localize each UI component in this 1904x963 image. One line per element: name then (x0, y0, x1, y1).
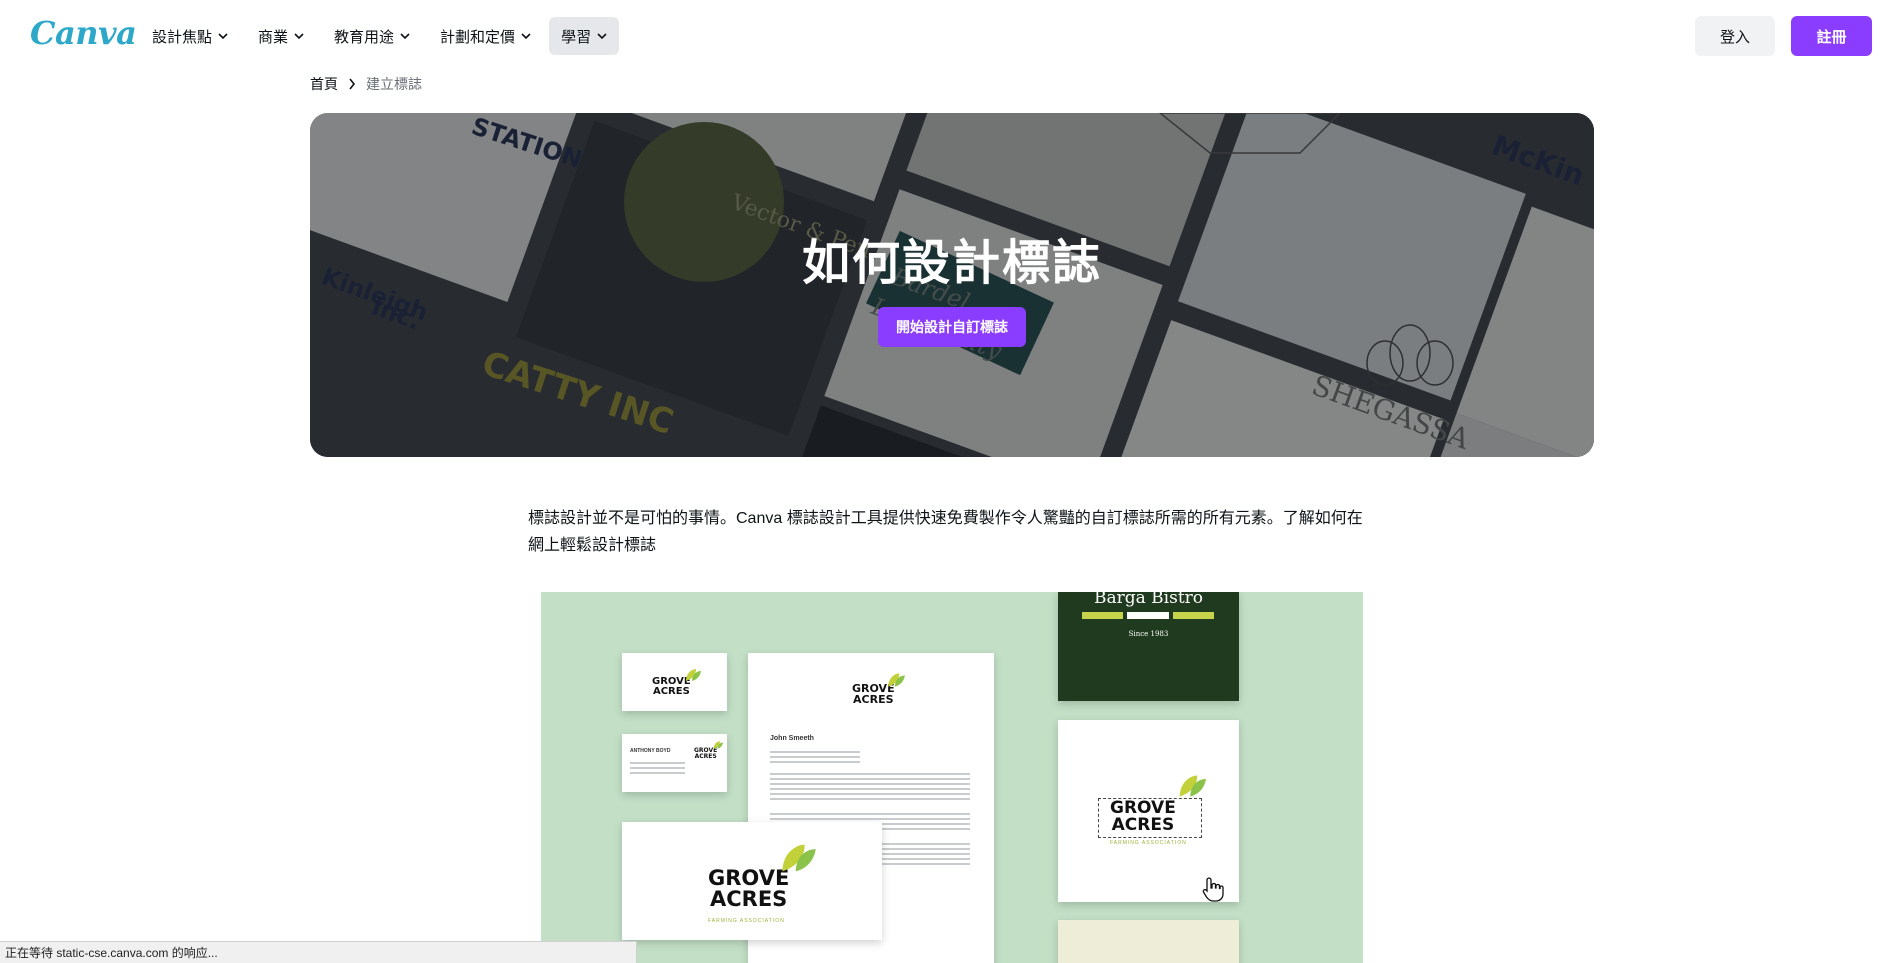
start-design-logo-button[interactable]: 開始設計自訂標誌 (878, 307, 1026, 347)
brand-line2: ACRES (853, 693, 894, 706)
bistro-stripe (1082, 612, 1214, 619)
brand-tagline: FARMING ASSOCIATION (1110, 840, 1187, 846)
business-card-front: GROVE ACRES (622, 653, 727, 711)
signup-button[interactable]: 註冊 (1791, 16, 1872, 56)
nav-learn[interactable]: 學習 (549, 17, 620, 55)
chevron-right-icon (349, 78, 356, 90)
chevron-down-icon (597, 33, 607, 40)
brand-line2: ACRES (709, 887, 788, 911)
leaf-logo-icon (782, 844, 816, 872)
brand-stationery-showcase-image: GROVE ACRES ANTHONY BOYD GROVE ACRES GROVE… (541, 592, 1363, 963)
nav-business[interactable]: 商業 (246, 17, 316, 55)
leaf-logo-icon (888, 673, 905, 687)
hand-cursor-icon (1202, 877, 1224, 902)
leaf-logo-icon (1179, 775, 1206, 797)
nav-label: 設計焦點 (152, 28, 213, 46)
brand-line2: ACRES (694, 753, 717, 760)
chevron-down-icon (521, 33, 531, 40)
large-brand-card: GROVE ACRES FARMING ASSOCIATION (622, 822, 882, 940)
browser-status-bar: 正在等待 static-cse.canva.com 的响应... (0, 941, 637, 963)
intro-paragraph: 標誌設計並不是可怕的事情。Canva 標誌設計工具提供快速免費製作令人驚豔的自訂… (528, 510, 1363, 554)
bistro-since: Since 1983 (1128, 630, 1169, 638)
nav-plans-pricing[interactable]: 計劃和定價 (428, 17, 543, 55)
brand-line2: ACRES (1111, 815, 1175, 835)
page-title: 如何設計標誌 (801, 237, 1102, 290)
leaf-logo-icon (686, 669, 701, 681)
breadcrumb-home-link[interactable]: 首頁 (310, 74, 338, 94)
cream-card (1058, 920, 1239, 963)
breadcrumb-current: 建立標誌 (366, 76, 422, 92)
nav-design-spotlight[interactable]: 設計焦點 (140, 17, 240, 55)
nav-label: 學習 (561, 28, 592, 46)
card-name: ANTHONY BOYD (630, 748, 671, 754)
canva-logo[interactable]: Canva (30, 14, 137, 52)
leaf-logo-icon (713, 741, 723, 749)
bistro-dark-card: Barga Bistro Since 1983 (1058, 592, 1239, 701)
business-card-back: ANTHONY BOYD GROVE ACRES (622, 734, 727, 792)
logo-edit-card: GROVE ACRES FARMING ASSOCIATION (1058, 720, 1239, 902)
nav-label: 計劃和定價 (440, 28, 516, 46)
brand-line2: ACRES (652, 686, 690, 697)
bistro-name: Barga Bistro (1093, 592, 1204, 608)
breadcrumb: 首頁 建立標誌 (310, 74, 422, 94)
hero-banner: Vector & Pen STATION Kinleigh Inc. Barde… (310, 113, 1594, 457)
letter-recipient: John Smeeth (770, 735, 814, 742)
top-header: Canva 設計焦點 商業 教育用途 計劃和定價 學習 登入 註冊 (0, 0, 1904, 72)
chevron-down-icon (218, 33, 228, 40)
main-nav: 設計焦點 商業 教育用途 計劃和定價 學習 (140, 17, 620, 55)
nav-label: 商業 (258, 28, 289, 46)
chevron-down-icon (400, 33, 410, 40)
login-button[interactable]: 登入 (1695, 16, 1775, 56)
nav-label: 教育用途 (334, 28, 395, 46)
nav-education[interactable]: 教育用途 (322, 17, 422, 55)
chevron-down-icon (294, 33, 304, 40)
logo-text: Canva (30, 14, 137, 52)
brand-tagline: FARMING ASSOCIATION (708, 918, 785, 924)
